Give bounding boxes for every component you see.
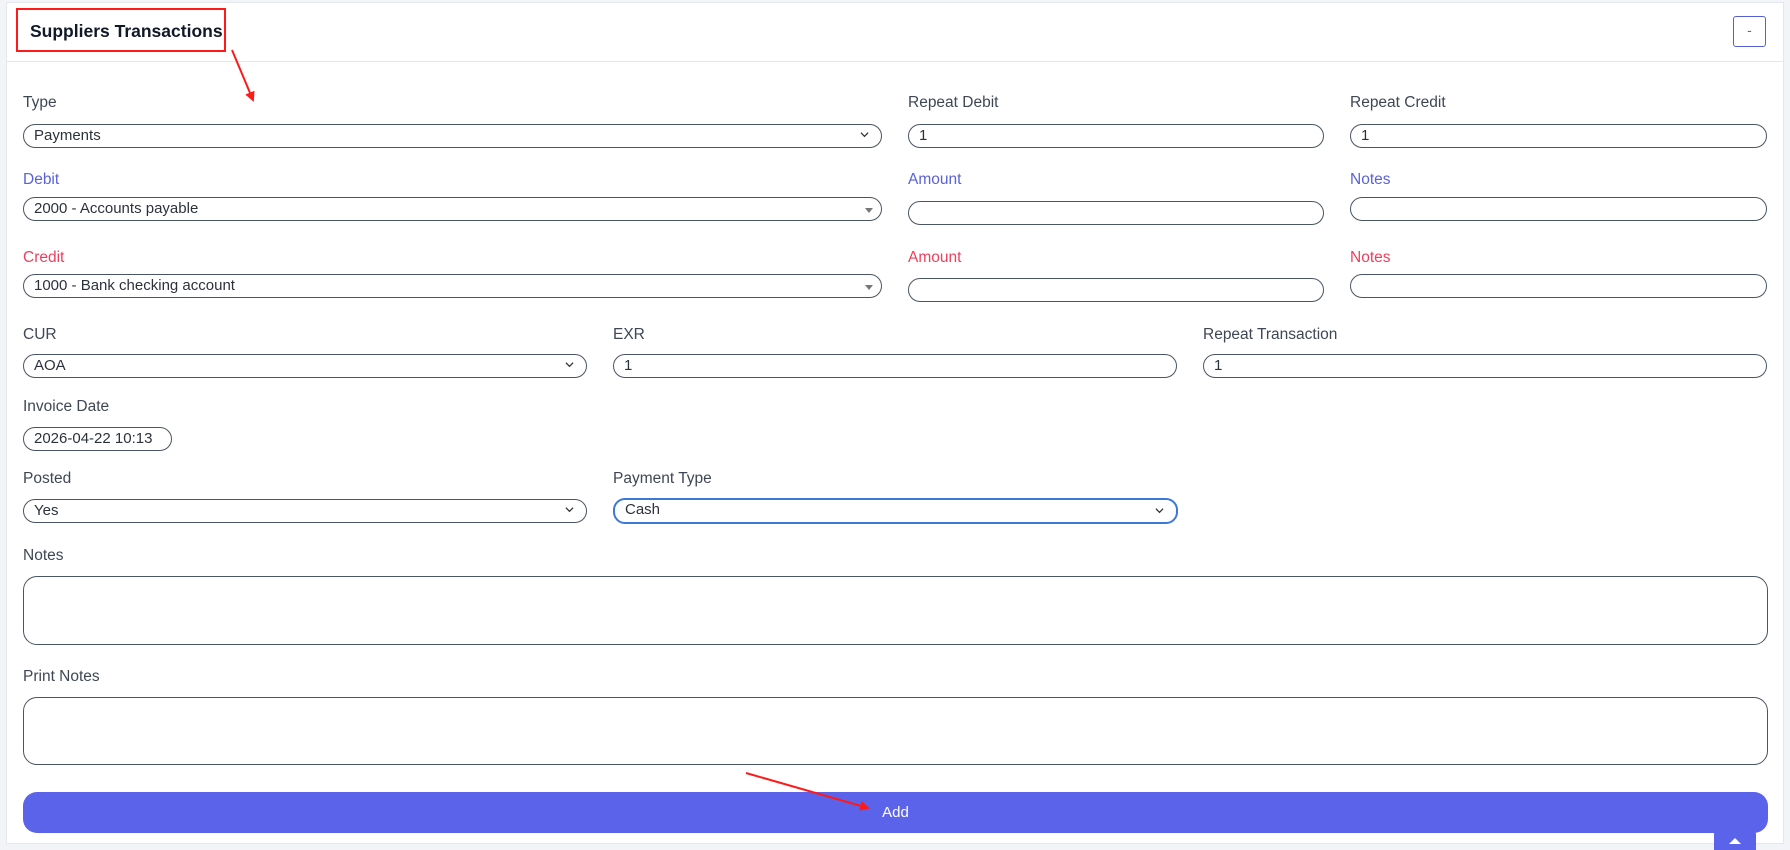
credit-amount-label: Amount: [908, 249, 962, 266]
credit-account-select[interactable]: 1000 - Bank checking account: [23, 274, 882, 298]
repeat-debit-label: Repeat Debit: [908, 94, 999, 111]
print-notes-textarea[interactable]: [23, 697, 1768, 765]
invoice-date-label: Invoice Date: [23, 398, 110, 415]
notes-label: Notes: [23, 547, 64, 564]
currency-label: CUR: [23, 326, 57, 343]
debit-notes-label: Notes: [1350, 171, 1391, 188]
payment-type-value: Cash: [625, 501, 661, 518]
payment-type-select[interactable]: Cash: [613, 498, 1178, 524]
dropdown-triangle-icon: [865, 285, 873, 290]
posted-value: Yes: [34, 502, 59, 519]
posted-label: Posted: [23, 470, 72, 487]
collapse-button[interactable]: -: [1733, 16, 1766, 47]
debit-account-value: 2000 - Accounts payable: [34, 200, 199, 217]
title-highlight-box: [16, 8, 226, 52]
posted-select[interactable]: Yes: [23, 499, 587, 523]
card-header: Suppliers Transactions -: [7, 3, 1783, 62]
debit-amount-input[interactable]: [908, 201, 1324, 225]
chevron-down-icon: [565, 507, 574, 513]
credit-notes-label: Notes: [1350, 249, 1391, 266]
scroll-to-top-button[interactable]: [1714, 831, 1756, 850]
debit-label: Debit: [23, 171, 60, 188]
chevron-up-icon: [1729, 838, 1741, 844]
add-button[interactable]: Add: [23, 792, 1768, 833]
repeat-transaction-label: Repeat Transaction: [1203, 326, 1338, 343]
credit-notes-input[interactable]: [1350, 274, 1767, 298]
exchange-rate-input[interactable]: 1: [613, 354, 1177, 378]
debit-amount-label: Amount: [908, 171, 962, 188]
chevron-down-icon: [860, 132, 869, 138]
payment-type-label: Payment Type: [613, 470, 712, 487]
credit-amount-input[interactable]: [908, 278, 1324, 302]
repeat-credit-label: Repeat Credit: [1350, 94, 1446, 111]
repeat-debit-input[interactable]: 1: [908, 124, 1324, 148]
type-label: Type: [23, 94, 57, 111]
chevron-down-icon: [1155, 508, 1164, 514]
chevron-down-icon: [565, 362, 574, 368]
credit-account-value: 1000 - Bank checking account: [34, 277, 235, 294]
type-select[interactable]: Payments: [23, 124, 882, 148]
credit-label: Credit: [23, 249, 65, 266]
type-value: Payments: [34, 127, 101, 144]
print-notes-label: Print Notes: [23, 668, 100, 685]
invoice-date-input[interactable]: 2026-04-22 10:13: [23, 427, 172, 451]
notes-textarea[interactable]: [23, 576, 1768, 645]
currency-value: AOA: [34, 357, 66, 374]
dropdown-triangle-icon: [865, 208, 873, 213]
repeat-credit-input[interactable]: 1: [1350, 124, 1767, 148]
exchange-rate-label: EXR: [613, 326, 645, 343]
repeat-transaction-input[interactable]: 1: [1203, 354, 1767, 378]
debit-account-select[interactable]: 2000 - Accounts payable: [23, 197, 882, 221]
currency-select[interactable]: AOA: [23, 354, 587, 378]
debit-notes-input[interactable]: [1350, 197, 1767, 221]
